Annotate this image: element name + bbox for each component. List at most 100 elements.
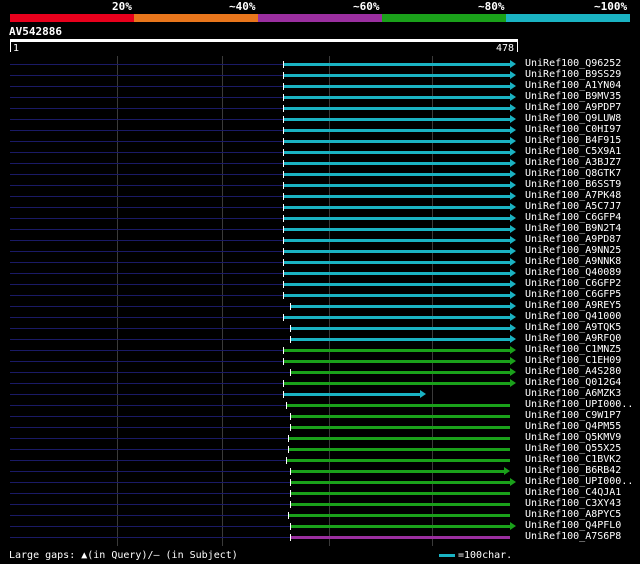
hit-aligned-bar[interactable] [284,283,510,286]
hit-aligned-bar[interactable] [284,85,510,88]
hit-aligned-bar[interactable] [289,437,510,440]
hit-unaligned-line [10,86,283,87]
hit-accession-link[interactable]: UniRef100_A7PK48 [525,190,621,201]
hit-aligned-bar[interactable] [284,173,510,176]
hit-aligned-bar[interactable] [284,382,510,385]
hit-accession-link[interactable]: UniRef100_C5X9A1 [525,146,621,157]
hit-accession-link[interactable]: UniRef100_C3XY43 [525,498,621,509]
hit-unaligned-line [10,229,283,230]
hit-aligned-bar[interactable] [291,492,510,495]
hit-accession-link[interactable]: UniRef100_A7S6P8 [525,531,621,542]
hit-accession-link[interactable]: UniRef100_A6MZK3 [525,388,621,399]
hit-accession-link[interactable]: UniRef100_A9PDP7 [525,102,621,113]
hit-accession-link[interactable]: UniRef100_C1BVK2 [525,454,621,465]
hit-accession-link[interactable]: UniRef100_C6GFP2 [525,278,621,289]
hit-accession-link[interactable]: UniRef100_Q4PFL0 [525,520,621,531]
hit-aligned-bar[interactable] [284,118,510,121]
hit-end-arrow-icon [510,159,516,167]
hit-aligned-bar[interactable] [284,228,510,231]
hit-end-arrow-icon [420,390,426,398]
hit-accession-link[interactable]: UniRef100_A9REY5 [525,300,621,311]
hit-aligned-bar[interactable] [284,360,510,363]
hit-aligned-bar[interactable] [291,415,510,418]
hit-aligned-bar[interactable] [284,162,510,165]
hit-accession-link[interactable]: UniRef100_A9NN25 [525,245,621,256]
hit-unaligned-line [10,350,283,351]
hit-accession-link[interactable]: UniRef100_B9N2T4 [525,223,621,234]
hit-aligned-bar[interactable] [284,316,510,319]
hit-accession-link[interactable]: UniRef100_UPI000.. [525,399,633,410]
hit-aligned-bar[interactable] [291,327,510,330]
query-start-tick [10,42,11,52]
hit-aligned-bar[interactable] [291,525,510,528]
hit-aligned-bar[interactable] [284,206,510,209]
hit-accession-link[interactable]: UniRef100_B9MV35 [525,91,621,102]
hit-end-arrow-icon [510,192,516,200]
hit-accession-link[interactable]: UniRef100_B9SS29 [525,69,621,80]
hit-aligned-bar[interactable] [291,470,504,473]
hit-aligned-bar[interactable] [291,481,510,484]
hit-aligned-bar[interactable] [284,250,510,253]
hit-aligned-bar[interactable] [284,294,510,297]
hit-accession-link[interactable]: UniRef100_Q41000 [525,311,621,322]
hit-accession-link[interactable]: UniRef100_A9PD87 [525,234,621,245]
hit-aligned-bar[interactable] [284,129,510,132]
scale-label-100: ~100% [594,0,628,13]
hit-aligned-bar[interactable] [284,107,510,110]
hit-accession-link[interactable]: UniRef100_UPI000.. [525,476,633,487]
hit-accession-link[interactable]: UniRef100_B6RB42 [525,465,621,476]
hit-aligned-bar[interactable] [291,338,510,341]
hit-aligned-bar[interactable] [289,448,510,451]
hit-accession-link[interactable]: UniRef100_Q55X25 [525,443,621,454]
hit-aligned-bar[interactable] [284,151,510,154]
hit-aligned-bar[interactable] [284,140,510,143]
hit-aligned-bar[interactable] [284,74,510,77]
hit-accession-link[interactable]: UniRef100_B4F915 [525,135,621,146]
hit-aligned-bar[interactable] [284,393,420,396]
hit-accession-link[interactable]: UniRef100_C1EH09 [525,355,621,366]
hit-aligned-bar[interactable] [284,195,510,198]
hit-accession-link[interactable]: UniRef100_A9RFQ0 [525,333,621,344]
hit-accession-link[interactable]: UniRef100_Q96252 [525,58,621,69]
hit-accession-link[interactable]: UniRef100_Q8GTK7 [525,168,621,179]
hit-aligned-bar[interactable] [287,404,510,407]
hit-accession-link[interactable]: UniRef100_C6GFP5 [525,289,621,300]
hit-aligned-bar[interactable] [284,96,510,99]
hit-aligned-bar[interactable] [284,261,510,264]
hit-aligned-bar[interactable] [291,536,510,539]
hit-accession-link[interactable]: UniRef100_Q5KMV9 [525,432,621,443]
hit-accession-link[interactable]: UniRef100_C9W1P7 [525,410,621,421]
hit-unaligned-line [10,438,288,439]
hit-accession-link[interactable]: UniRef100_C1MNZ5 [525,344,621,355]
hit-accession-link[interactable]: UniRef100_B6SST9 [525,179,621,190]
hit-aligned-bar[interactable] [291,503,510,506]
hit-aligned-bar[interactable] [291,371,510,374]
hit-accession-link[interactable]: UniRef100_Q9LUW8 [525,113,621,124]
hit-accession-link[interactable]: UniRef100_A1YN04 [525,80,621,91]
hit-aligned-bar[interactable] [284,239,510,242]
hit-unaligned-line [10,174,283,175]
hit-accession-link[interactable]: UniRef100_Q012G4 [525,377,621,388]
hit-accession-link[interactable]: UniRef100_A9TQK5 [525,322,621,333]
hit-aligned-bar[interactable] [284,349,510,352]
hit-accession-link[interactable]: UniRef100_A3BJZ7 [525,157,621,168]
hit-accession-link[interactable]: UniRef100_Q40089 [525,267,621,278]
hit-accession-link[interactable]: UniRef100_C0HI97 [525,124,621,135]
hit-accession-link[interactable]: UniRef100_C6GFP4 [525,212,621,223]
hit-aligned-bar[interactable] [287,459,510,462]
hit-aligned-bar[interactable] [284,184,510,187]
hit-accession-link[interactable]: UniRef100_A4S280 [525,366,621,377]
hit-aligned-bar[interactable] [289,514,510,517]
hit-aligned-bar[interactable] [291,305,510,308]
hit-aligned-bar[interactable] [284,217,510,220]
hit-aligned-bar[interactable] [284,272,510,275]
hit-accession-link[interactable]: UniRef100_A9NNK8 [525,256,621,267]
hit-aligned-bar[interactable] [284,63,510,66]
hit-accession-link[interactable]: UniRef100_C4QJA1 [525,487,621,498]
hit-end-arrow-icon [510,93,516,101]
hit-accession-link[interactable]: UniRef100_A5C7J7 [525,201,621,212]
hit-accession-link[interactable]: UniRef100_A8PYC5 [525,509,621,520]
hit-accession-link[interactable]: UniRef100_Q4PM55 [525,421,621,432]
hit-aligned-bar[interactable] [291,426,510,429]
query-end-tick [517,42,518,52]
